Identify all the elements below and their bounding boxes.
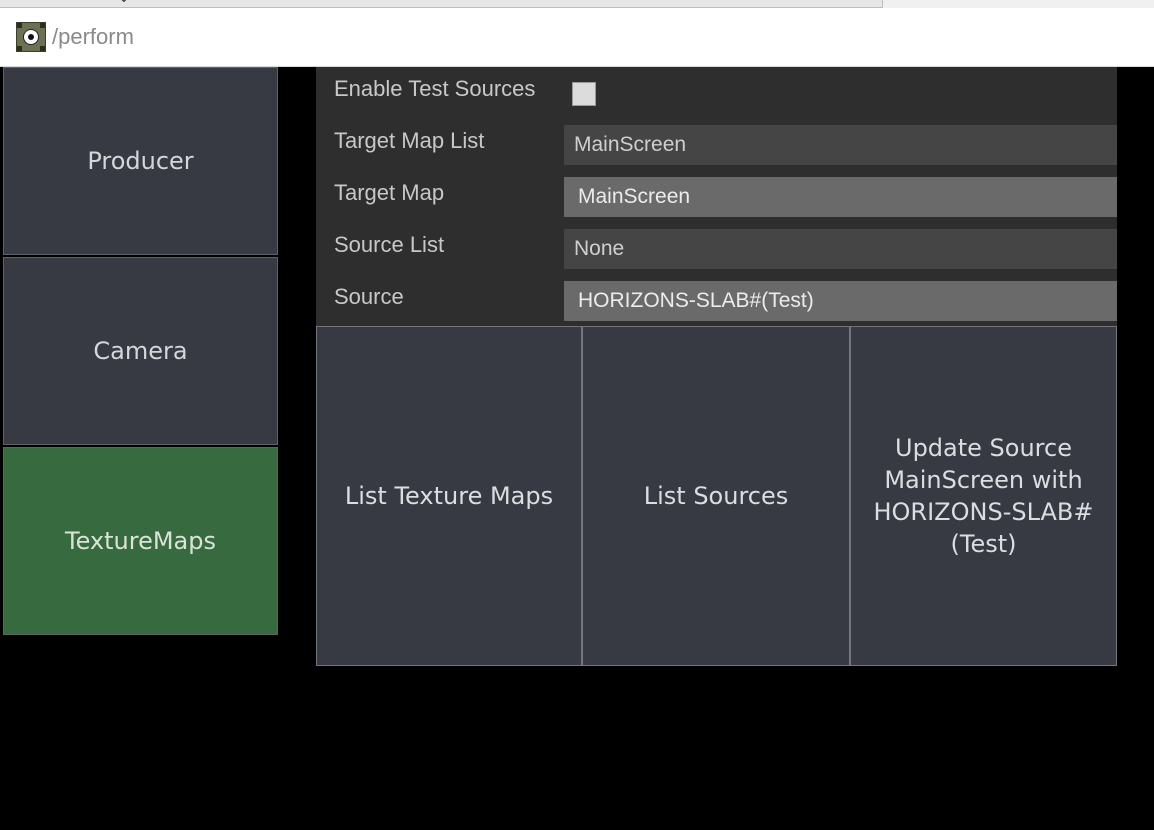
nav-producer-button[interactable]: Producer: [3, 67, 278, 255]
enable-test-sources-checkbox[interactable]: [572, 82, 596, 106]
title-bar: /perform: [0, 8, 1154, 67]
param-row-source-list: Source List None: [316, 229, 1117, 269]
chevron-down-icon[interactable]: ⌄: [118, 0, 130, 5]
update-source-button[interactable]: Update Source MainScreen with HORIZONS-S…: [850, 326, 1117, 666]
target-map-label: Target Map: [334, 180, 445, 205]
source-list-label: Source List: [334, 232, 445, 257]
icon-corner: [17, 46, 22, 51]
sidebar-nav: Producer Camera TextureMaps: [3, 67, 278, 637]
param-row-target-map-list: Target Map List MainScreen: [316, 125, 1117, 165]
source-label: Source: [334, 284, 404, 309]
window-title: /perform: [52, 24, 134, 49]
action-buttons: List Texture Maps List Sources Update So…: [316, 326, 1117, 666]
icon-corner: [40, 23, 45, 28]
icon-corner: [40, 46, 45, 51]
list-sources-button[interactable]: List Sources: [582, 326, 850, 666]
enable-test-sources-label: Enable Test Sources: [334, 76, 536, 101]
param-row-target-map: Target Map MainScreen: [316, 177, 1117, 217]
parameter-panel: Enable Test Sources Target Map List Main…: [316, 67, 1117, 327]
tab-strip: [0, 0, 883, 8]
app-icon: [16, 22, 46, 52]
source-list-field[interactable]: None: [564, 229, 1117, 269]
target-map-list-label: Target Map List: [334, 128, 485, 153]
param-row-enable-test-sources: Enable Test Sources: [316, 67, 1117, 107]
nav-texturemaps-button[interactable]: TextureMaps: [3, 447, 278, 635]
source-field[interactable]: HORIZONS-SLAB#(Test): [564, 281, 1117, 321]
top-strip: ⌄: [0, 0, 1154, 8]
target-map-list-field[interactable]: MainScreen: [564, 125, 1117, 165]
nav-camera-button[interactable]: Camera: [3, 257, 278, 445]
icon-dot: [28, 34, 34, 40]
param-row-source: Source HORIZONS-SLAB#(Test): [316, 281, 1117, 321]
target-map-field[interactable]: MainScreen: [564, 177, 1117, 217]
list-texture-maps-button[interactable]: List Texture Maps: [316, 326, 582, 666]
icon-corner: [17, 23, 22, 28]
